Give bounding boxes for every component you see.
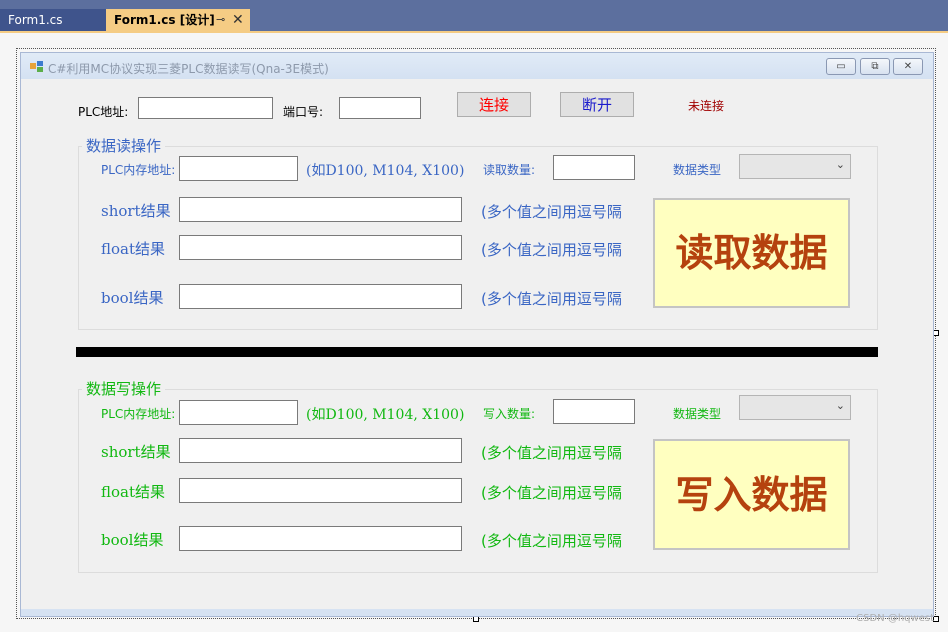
read-address-label: PLC内存地址:	[101, 163, 176, 177]
read-data-button[interactable]: 读取数据	[653, 198, 850, 308]
plc-address-label: PLC地址:	[78, 105, 129, 119]
write-address-hint: (如D100, M104, X100)	[306, 407, 465, 423]
write-data-button[interactable]: 写入数据	[653, 439, 850, 550]
write-address-label: PLC内存地址:	[101, 407, 176, 421]
read-group-title: 数据读操作	[82, 135, 166, 156]
section-divider	[76, 347, 878, 357]
pin-icon[interactable]: ⊸	[216, 9, 225, 31]
write-bool-value[interactable]	[179, 526, 462, 551]
write-float-hint: (多个值之间用逗号隔	[481, 484, 622, 502]
chevron-down-icon: ⌄	[835, 158, 845, 171]
read-address-hint: (如D100, M104, X100)	[306, 163, 465, 179]
connection-status: 未连接	[688, 99, 725, 113]
read-bool-hint: (多个值之间用逗号隔	[481, 290, 622, 308]
read-bool-label: bool结果	[101, 289, 164, 307]
read-count-input[interactable]	[553, 155, 635, 180]
read-bool-result[interactable]	[179, 284, 462, 309]
write-float-label: float结果	[101, 483, 166, 501]
read-short-label: short结果	[101, 202, 171, 220]
write-address-input[interactable]	[179, 400, 298, 425]
write-group-title: 数据写操作	[82, 378, 166, 399]
write-count-input[interactable]	[553, 399, 635, 424]
write-bool-hint: (多个值之间用逗号隔	[481, 532, 622, 550]
plc-address-input[interactable]	[138, 97, 273, 119]
form-bottom-edge	[21, 609, 933, 616]
disconnect-button[interactable]: 断开	[560, 92, 634, 117]
write-short-label: short结果	[101, 443, 171, 461]
write-short-value[interactable]	[179, 438, 462, 463]
minimize-button[interactable]: ▭	[826, 58, 856, 75]
read-short-hint: (多个值之间用逗号隔	[481, 203, 622, 221]
restore-button[interactable]: ⧉	[860, 58, 890, 75]
write-type-select[interactable]: ⌄	[739, 395, 851, 420]
connect-button[interactable]: 连接	[457, 92, 531, 117]
port-label: 端口号:	[283, 105, 324, 119]
write-float-value[interactable]	[179, 478, 462, 503]
port-input[interactable]	[339, 97, 421, 119]
write-count-label: 写入数量:	[483, 407, 536, 421]
form-icon	[30, 61, 43, 72]
tab-form1-code[interactable]: Form1.cs	[0, 9, 106, 31]
read-address-input[interactable]	[179, 156, 298, 181]
read-type-select[interactable]: ⌄	[739, 154, 851, 179]
form-title: C#利用MC协议实现三菱PLC数据读写(Qna-3E模式)	[48, 62, 329, 76]
chevron-down-icon: ⌄	[835, 399, 845, 412]
read-float-result[interactable]	[179, 235, 462, 260]
watermark: CSDN @hqwest	[856, 613, 934, 624]
close-window-button[interactable]: ✕	[893, 58, 923, 75]
read-type-label: 数据类型	[673, 163, 722, 177]
read-float-hint: (多个值之间用逗号隔	[481, 241, 622, 259]
read-float-label: float结果	[101, 240, 166, 258]
write-bool-label: bool结果	[101, 531, 164, 549]
read-count-label: 读取数量:	[483, 163, 536, 177]
write-short-hint: (多个值之间用逗号隔	[481, 444, 622, 462]
write-type-label: 数据类型	[673, 407, 722, 421]
close-icon[interactable]: ✕	[232, 9, 244, 31]
read-short-result[interactable]	[179, 197, 462, 222]
tab-form1-designer[interactable]: Form1.cs [设计]	[106, 9, 250, 31]
